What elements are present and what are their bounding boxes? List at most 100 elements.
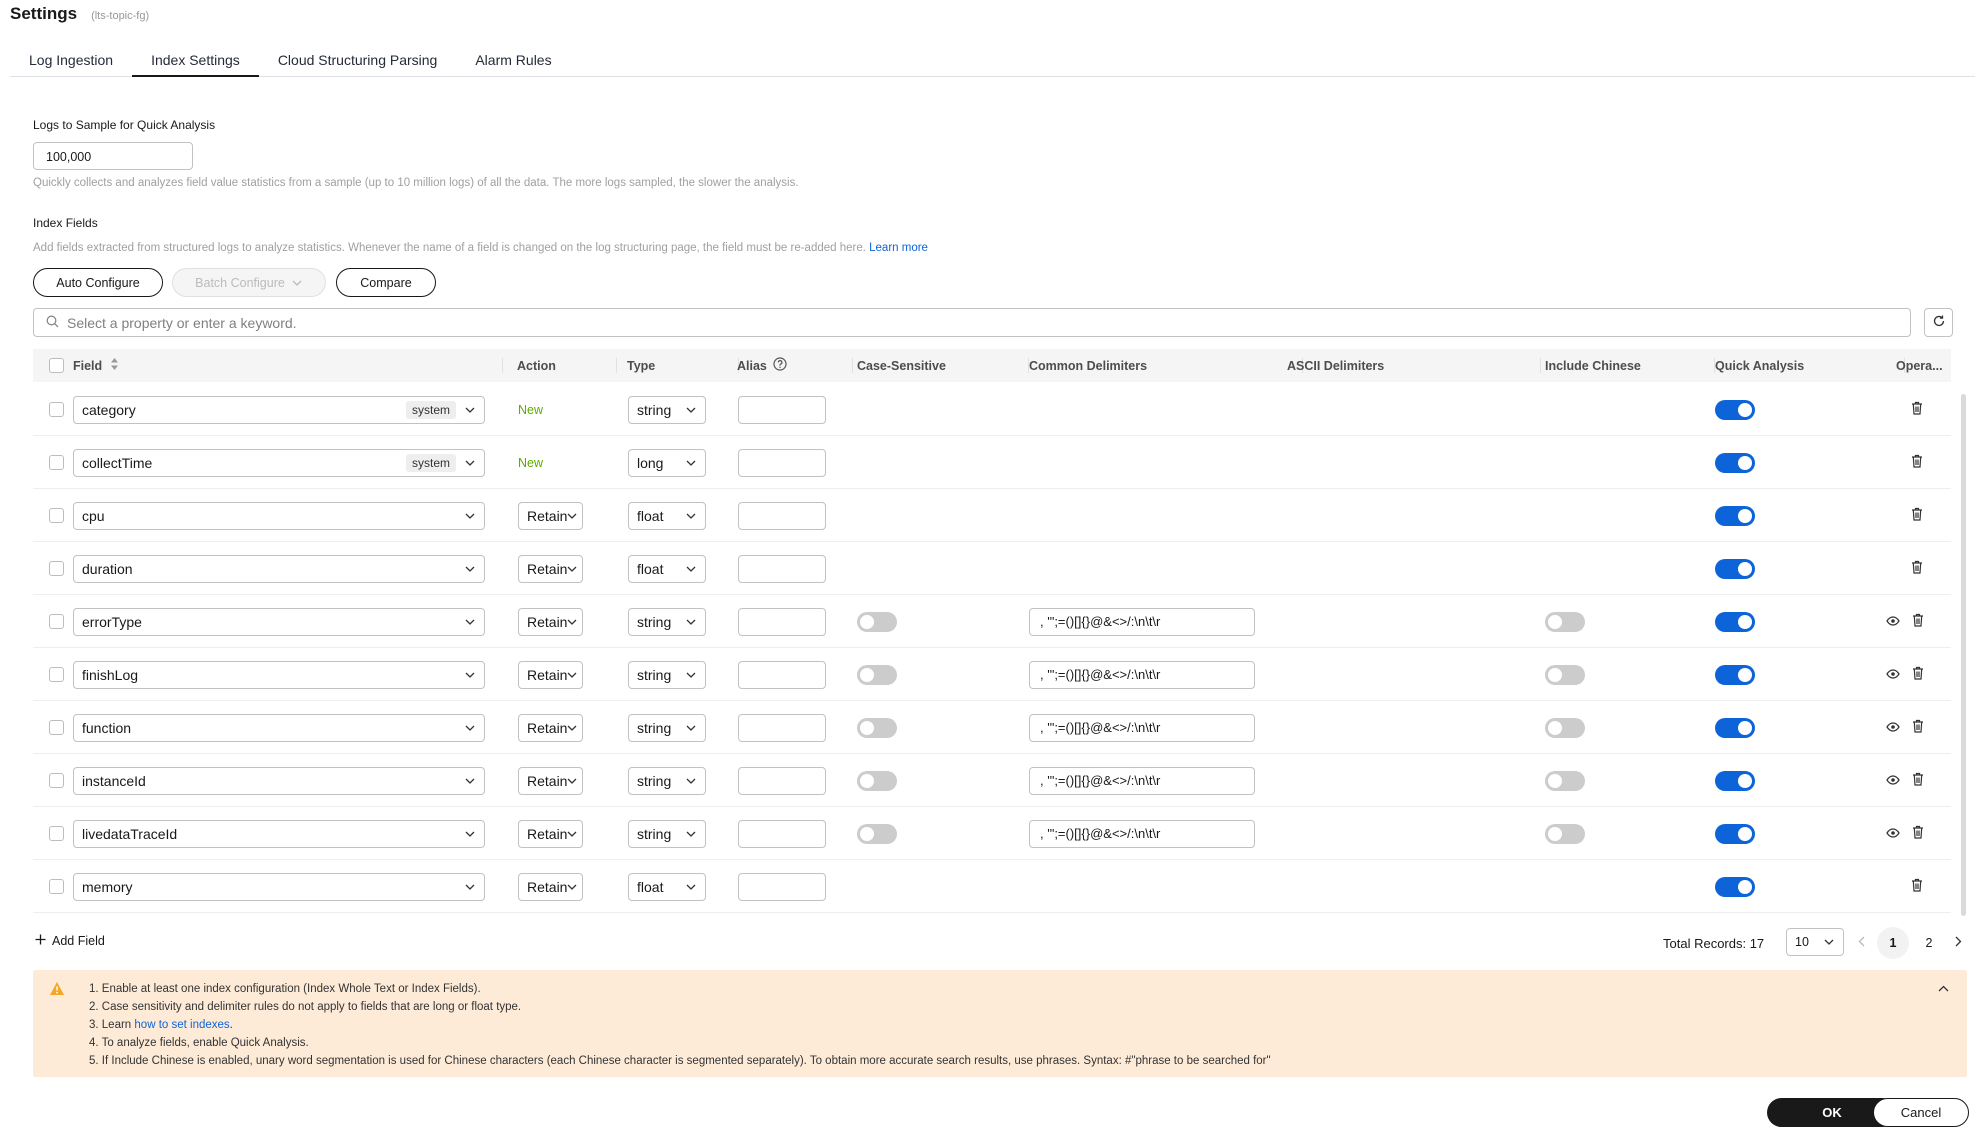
trash-icon[interactable] [1911,878,1923,895]
action-select[interactable]: Retain [518,754,583,807]
field-select[interactable]: finishLog [73,648,485,701]
eye-icon[interactable] [1886,720,1900,735]
batch-configure-button[interactable]: Batch Configure [172,268,326,297]
trash-icon[interactable] [1911,507,1923,524]
tab-index-settings[interactable]: Index Settings [132,46,259,77]
row-checkbox[interactable] [49,648,64,701]
action-select[interactable]: Retain [518,595,583,648]
field-select[interactable]: collectTime system [73,436,485,489]
row-checkbox[interactable] [49,542,64,595]
type-select[interactable]: string [628,383,706,436]
set-indexes-link[interactable]: how to set indexes [134,1019,229,1031]
trash-icon[interactable] [1912,772,1924,789]
case-sensitive-toggle[interactable] [857,701,897,754]
row-checkbox[interactable] [49,383,64,436]
case-sensitive-toggle[interactable] [857,754,897,807]
quick-analysis-toggle[interactable] [1715,807,1755,860]
include-chinese-toggle[interactable] [1545,595,1585,648]
alias-input[interactable] [738,648,826,701]
row-checkbox[interactable] [49,701,64,754]
field-select[interactable]: category system [73,383,485,436]
search-input[interactable]: Select a property or enter a keyword. [33,308,1911,337]
action-select[interactable]: Retain [518,807,583,860]
field-select[interactable]: cpu [73,489,485,542]
type-select[interactable]: float [628,489,706,542]
alias-input[interactable] [738,542,826,595]
quick-analysis-toggle[interactable] [1715,542,1755,595]
compare-button[interactable]: Compare [336,268,436,297]
page-2-button[interactable]: 2 [1913,928,1945,958]
trash-icon[interactable] [1911,560,1923,577]
action-select[interactable]: Retain [518,648,583,701]
quick-analysis-toggle[interactable] [1715,860,1755,913]
action-select[interactable]: Retain [518,701,583,754]
row-checkbox[interactable] [49,489,64,542]
case-sensitive-toggle[interactable] [857,648,897,701]
action-select[interactable]: Retain [518,860,583,913]
type-select[interactable]: string [628,595,706,648]
alias-input[interactable] [738,383,826,436]
alias-input[interactable] [738,754,826,807]
case-sensitive-toggle[interactable] [857,595,897,648]
trash-icon[interactable] [1911,401,1923,418]
field-select[interactable]: errorType [73,595,485,648]
alias-input[interactable] [738,595,826,648]
quick-analysis-toggle[interactable] [1715,595,1755,648]
include-chinese-toggle[interactable] [1545,648,1585,701]
row-checkbox[interactable] [49,436,64,489]
action-select[interactable]: Retain [518,489,583,542]
quick-analysis-toggle[interactable] [1715,383,1755,436]
page-1-button[interactable]: 1 [1877,927,1909,959]
field-select[interactable]: duration [73,542,485,595]
field-select[interactable]: instanceId [73,754,485,807]
type-select[interactable]: long [628,436,706,489]
alias-input[interactable] [738,807,826,860]
type-select[interactable]: string [628,701,706,754]
common-delimiters-input[interactable]: , '";=()[]{}@&<>/:\n\t\r [1029,701,1255,754]
include-chinese-toggle[interactable] [1545,807,1585,860]
common-delimiters-input[interactable]: , '";=()[]{}@&<>/:\n\t\r [1029,648,1255,701]
alias-input[interactable] [738,489,826,542]
prev-page-button[interactable] [1851,928,1871,958]
collapse-icon[interactable] [1938,980,1949,995]
row-checkbox[interactable] [49,595,64,648]
table-scrollbar[interactable] [1961,394,1966,916]
trash-icon[interactable] [1912,613,1924,630]
field-select[interactable]: function [73,701,485,754]
row-checkbox[interactable] [49,807,64,860]
alias-input[interactable] [738,860,826,913]
eye-icon[interactable] [1886,773,1900,788]
eye-icon[interactable] [1886,614,1900,629]
tab-log-ingestion[interactable]: Log Ingestion [10,46,132,76]
select-all-checkbox[interactable] [49,349,64,382]
page-size-select[interactable]: 10 [1786,928,1844,956]
learn-more-link[interactable]: Learn more [869,242,928,254]
common-delimiters-input[interactable]: , '";=()[]{}@&<>/:\n\t\r [1029,807,1255,860]
trash-icon[interactable] [1912,825,1924,842]
quick-analysis-toggle[interactable] [1715,489,1755,542]
tab-cloud-structuring-parsing[interactable]: Cloud Structuring Parsing [259,46,457,76]
cancel-button[interactable]: Cancel [1873,1098,1969,1127]
alias-input[interactable] [738,436,826,489]
row-checkbox[interactable] [49,754,64,807]
add-field-button[interactable]: Add Field [35,934,105,948]
trash-icon[interactable] [1912,666,1924,683]
trash-icon[interactable] [1911,454,1923,471]
quick-analysis-toggle[interactable] [1715,754,1755,807]
action-select[interactable]: Retain [518,542,583,595]
type-select[interactable]: float [628,542,706,595]
help-icon[interactable] [773,357,787,374]
row-checkbox[interactable] [49,860,64,913]
common-delimiters-input[interactable]: , '";=()[]{}@&<>/:\n\t\r [1029,595,1255,648]
eye-icon[interactable] [1886,667,1900,682]
quick-analysis-toggle[interactable] [1715,436,1755,489]
include-chinese-toggle[interactable] [1545,754,1585,807]
alias-input[interactable] [738,701,826,754]
type-select[interactable]: string [628,648,706,701]
type-select[interactable]: string [628,754,706,807]
next-page-button[interactable] [1948,928,1968,958]
quick-analysis-toggle[interactable] [1715,648,1755,701]
field-select[interactable]: livedataTraceId [73,807,485,860]
type-select[interactable]: float [628,860,706,913]
case-sensitive-toggle[interactable] [857,807,897,860]
